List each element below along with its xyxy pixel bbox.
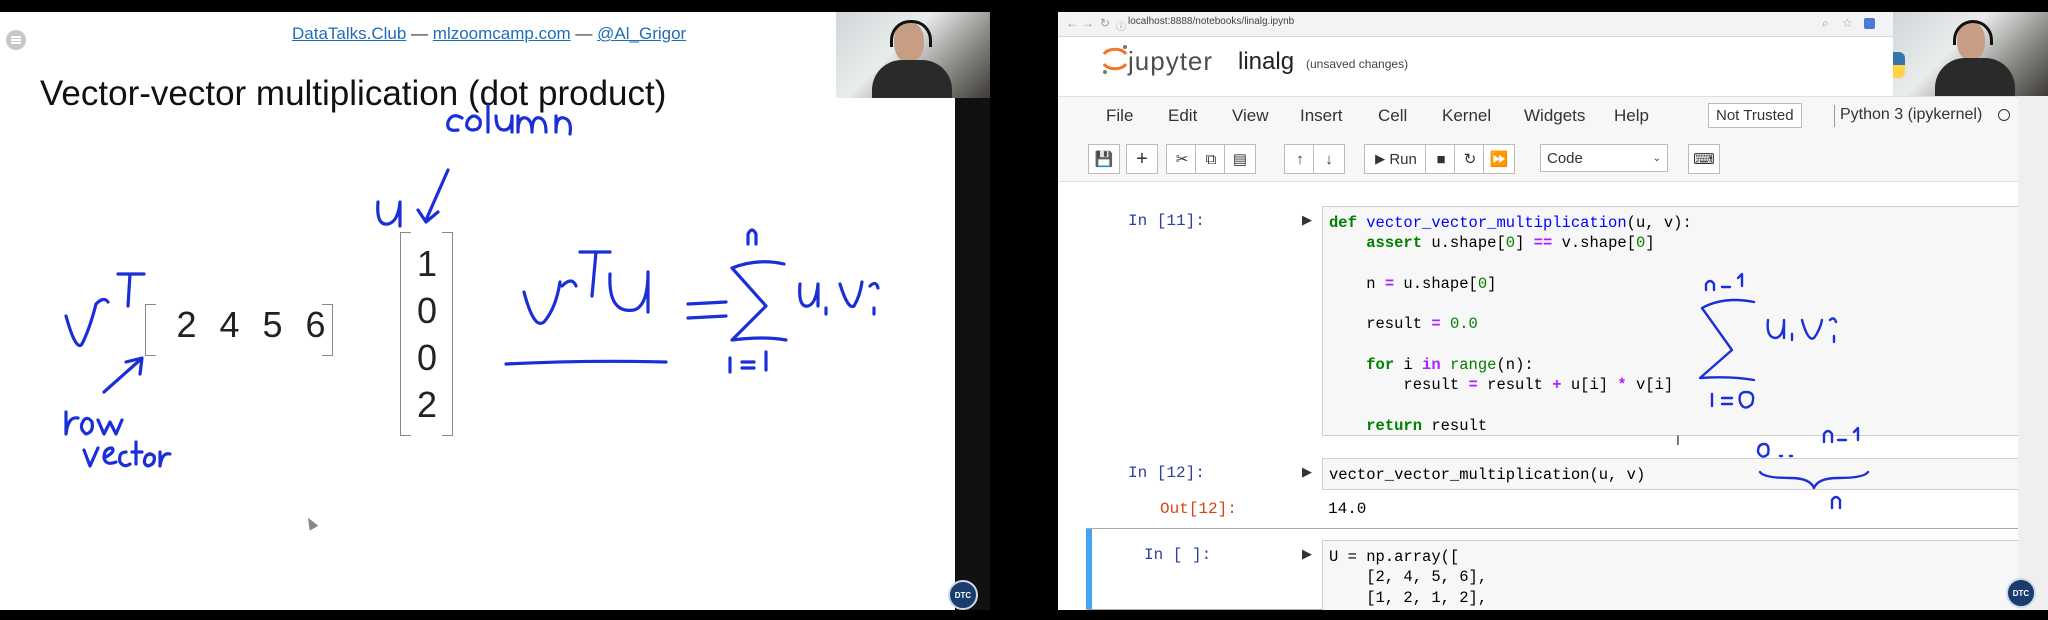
handwriting-sigma	[730, 260, 788, 342]
handwriting-u	[376, 200, 402, 228]
slide-side-bar	[955, 97, 990, 610]
page-scrollbar[interactable]	[2018, 96, 2048, 610]
handwriting-ui-vi	[798, 280, 880, 316]
handwriting-arrow-column	[416, 168, 450, 224]
handwriting-vT	[64, 272, 146, 347]
handwriting-row	[64, 410, 124, 436]
handwriting-sum-terms	[1766, 317, 1838, 344]
headphones-icon	[1953, 20, 1993, 45]
notebook-handwriting	[1698, 272, 1870, 510]
handwriting-arrow-row	[102, 356, 144, 394]
handwriting-brace	[1758, 470, 1870, 490]
handwriting-n	[746, 228, 758, 246]
handwriting-sum-n-1	[1704, 272, 1744, 292]
handwriting-range	[1756, 426, 1860, 458]
presenter-body	[1935, 58, 2015, 96]
python-logo-icon	[1893, 52, 1905, 78]
dtc-logo: DTC	[948, 580, 978, 610]
handwriting-big-vTu	[522, 250, 650, 325]
browser-window: ← → ↻ ⓘ localhost:8888/notebooks/linalg.…	[1058, 12, 2048, 610]
presenter-body	[872, 60, 952, 98]
presentation-slide: DataTalks.Club — mlzoomcamp.com — @Al_Gr…	[0, 12, 990, 610]
handwriting-sum-sigma	[1698, 298, 1756, 382]
presenter-webcam	[836, 12, 990, 98]
handwriting-vector	[82, 440, 172, 468]
handwritten-annotations	[64, 104, 880, 468]
handwriting-i-eq-0	[1710, 390, 1755, 409]
dtc-logo: DTC	[2006, 578, 2036, 608]
handwriting-underline	[504, 359, 668, 366]
handwriting-column	[446, 104, 572, 136]
headphones-icon	[890, 20, 932, 47]
presenter-webcam	[1893, 12, 2048, 96]
handwriting-equals	[686, 300, 728, 320]
handwriting-i-eq-1	[728, 350, 768, 374]
handwriting-n-label	[1830, 495, 1842, 510]
